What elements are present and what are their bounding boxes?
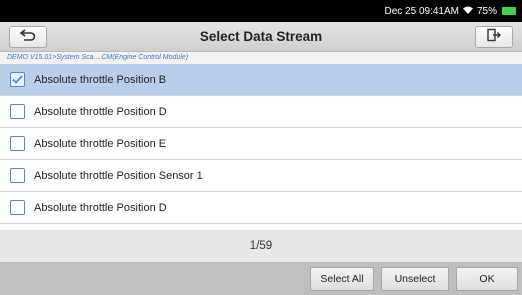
exit-button[interactable] (475, 26, 513, 48)
list-item-label: Absolute throttle Position D (34, 201, 167, 214)
ok-button[interactable]: OK (456, 267, 518, 291)
list-item-label: Absolute throttle Position Sensor 1 (34, 169, 203, 182)
data-stream-list: Absolute throttle Position B Absolute th… (0, 64, 522, 224)
exit-icon (486, 28, 502, 47)
checkbox[interactable] (10, 104, 25, 119)
status-datetime: Dec 25 09:41AM (384, 5, 459, 17)
checkbox[interactable] (10, 168, 25, 183)
checkbox[interactable] (10, 200, 25, 215)
list-item-label: Absolute throttle Position D (34, 105, 167, 118)
list-item-label: Absolute throttle Position E (34, 137, 167, 150)
list-item[interactable]: Absolute throttle Position E (0, 128, 522, 160)
checkbox-checked[interactable] (10, 72, 25, 87)
page-indicator: 1/59 (0, 230, 522, 262)
list-item-label: Absolute throttle Position B (34, 73, 167, 86)
select-all-button[interactable]: Select All (310, 267, 374, 291)
status-bar: Dec 25 09:41AM 75% (0, 0, 522, 22)
list-item[interactable]: Absolute throttle Position D (0, 96, 522, 128)
checkbox[interactable] (10, 136, 25, 151)
list-item[interactable]: Absolute throttle Position D (0, 192, 522, 224)
wifi-icon (462, 5, 474, 18)
bottom-toolbar: Select All Unselect OK (0, 262, 522, 295)
page-title: Select Data Stream (199, 29, 323, 44)
list-item[interactable]: Absolute throttle Position B (0, 64, 522, 96)
title-bar: Select Data Stream (0, 22, 522, 52)
list-item[interactable]: Absolute throttle Position Sensor 1 (0, 160, 522, 192)
unselect-button[interactable]: Unselect (381, 267, 449, 291)
breadcrumb: DEMO V15.01>System Sca....CM(Engine Cont… (0, 52, 522, 64)
battery-percent: 75% (476, 5, 497, 17)
battery-icon (502, 7, 516, 15)
